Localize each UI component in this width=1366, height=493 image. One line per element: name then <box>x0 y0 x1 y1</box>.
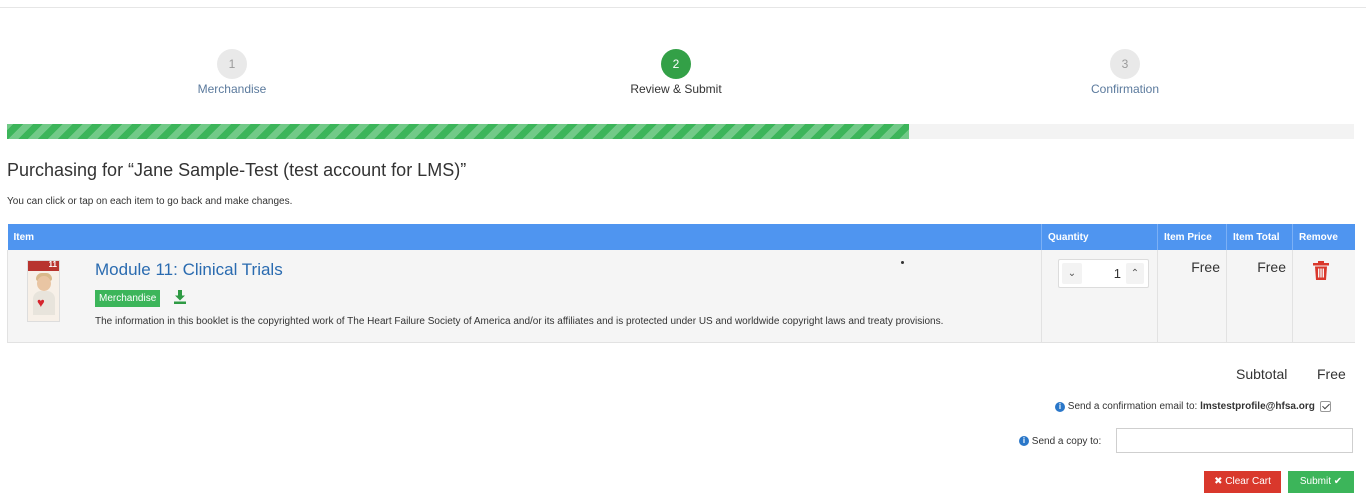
info-icon: i <box>1055 401 1065 412</box>
step-number: 3 <box>1110 49 1140 79</box>
table-header-row: Item Quantity Item Price Item Total Remo… <box>7 224 1355 250</box>
trash-icon[interactable] <box>1313 261 1329 280</box>
step-confirmation: 3 Confirmation <box>1015 49 1235 96</box>
step-label: Merchandise <box>197 82 267 96</box>
column-header-remove: Remove <box>1292 224 1355 250</box>
item-cell[interactable]: 11 ♥ Module 11: Clinical Trials Merchand… <box>7 250 1042 343</box>
check-icon: ✔ <box>1333 476 1343 487</box>
confirmation-email-address: lmstestprofile@hfsa.org <box>1200 401 1315 413</box>
item-description: The information in this booklet is the c… <box>95 316 944 327</box>
clear-cart-label: Clear Cart <box>1225 476 1271 487</box>
submit-button[interactable]: Submit ✔ <box>1288 471 1354 493</box>
download-icon[interactable] <box>174 290 186 304</box>
column-header-item-total: Item Total <box>1226 224 1293 250</box>
item-type-badge: Merchandise <box>95 290 161 307</box>
page-title: Purchasing for “Jane Sample-Test (test a… <box>7 160 467 180</box>
subtotal-value: Free <box>1317 366 1346 382</box>
step-label: Confirmation <box>1090 82 1160 96</box>
checkmark-icon <box>1321 401 1330 410</box>
table-row[interactable]: 11 ♥ Module 11: Clinical Trials Merchand… <box>7 250 1355 343</box>
step-review-submit: 2 Review & Submit <box>566 49 786 96</box>
top-divider <box>0 7 1366 8</box>
step-merchandise[interactable]: 1 Merchandise <box>122 49 342 96</box>
info-icon: i <box>1019 436 1029 447</box>
instructions-text: You can click or tap on each item to go … <box>7 196 293 207</box>
clear-cart-button[interactable]: ✖ Clear Cart <box>1204 471 1281 493</box>
heart-icon: ♥ <box>37 295 45 310</box>
remove-cell <box>1292 250 1355 343</box>
thumbnail-number: 11 <box>48 260 57 269</box>
step-label: Review & Submit <box>630 82 722 96</box>
submit-label: Submit <box>1299 476 1331 487</box>
item-price: Free <box>1157 250 1227 343</box>
chevron-up-icon[interactable]: ⌃ <box>1126 263 1144 284</box>
send-copy-row: i Send a copy to: <box>1019 436 1101 447</box>
send-copy-label: Send a copy to: <box>1031 436 1102 447</box>
product-thumbnail[interactable]: 11 ♥ <box>27 260 60 322</box>
item-total: Free <box>1226 250 1293 343</box>
column-header-quantity: Quantity <box>1041 224 1158 250</box>
subtotal-label: Subtotal <box>1236 366 1288 382</box>
step-number: 2 <box>661 49 691 79</box>
confirmation-email-label: Send a confirmation email to: <box>1067 401 1198 413</box>
item-title-link[interactable]: Module 11: Clinical Trials <box>95 260 283 280</box>
quantity-value[interactable]: 1 <box>1089 266 1121 281</box>
progress-bar <box>7 124 1354 139</box>
cart-table: Item Quantity Item Price Item Total Remo… <box>7 224 1355 343</box>
step-number: 1 <box>217 49 247 79</box>
quantity-cell: ⌄ 1 ⌃ <box>1041 250 1158 343</box>
checkout-steps: 1 Merchandise 2 Review & Submit 3 Confir… <box>0 49 1366 99</box>
column-header-item: Item <box>7 224 1042 250</box>
close-icon: ✖ <box>1214 476 1223 487</box>
send-copy-input[interactable] <box>1116 428 1353 453</box>
progress-fill <box>7 124 910 139</box>
confirmation-email-checkbox[interactable] <box>1319 401 1331 412</box>
quantity-stepper[interactable]: ⌄ 1 ⌃ <box>1058 259 1149 288</box>
column-header-item-price: Item Price <box>1157 224 1227 250</box>
confirmation-email-row: i Send a confirmation email to: lmstestp… <box>1055 401 1331 412</box>
marker-dot <box>901 261 904 264</box>
chevron-down-icon[interactable]: ⌄ <box>1062 263 1082 284</box>
